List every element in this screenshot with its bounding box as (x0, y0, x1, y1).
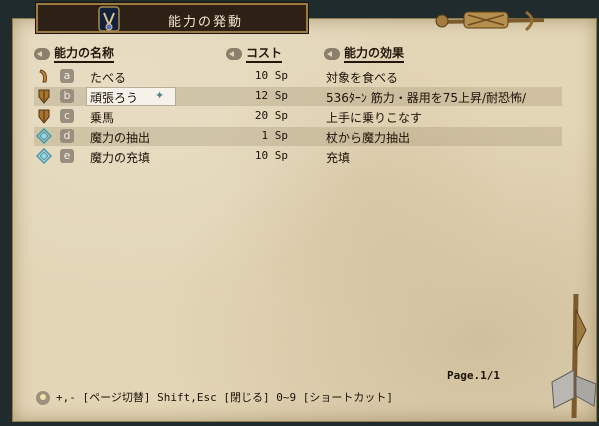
horn-icon (39, 69, 47, 83)
window-title: 能力の発動 (168, 15, 244, 30)
staff-ornament-icon (435, 10, 545, 32)
help-footer: +,- [ページ切替] Shift,Esc [閉じる] 0~9 [ショートカット… (36, 389, 393, 405)
ability-row-e[interactable]: e 魔力の充填 10 Sp 充填 (34, 147, 562, 166)
header-cost: コスト (226, 44, 283, 63)
arrow-left-icon (324, 47, 340, 60)
window-frame: 能力の発動 能力の名称 コスト 能力の効果 a たべる 10 Sp 対象を食べる (0, 0, 599, 426)
title-bar: 能力の発動 (36, 3, 308, 33)
arrow-left-icon (34, 47, 50, 60)
page-indicator: Page.1/1 (447, 369, 500, 382)
header-effect: 能力の効果 (324, 44, 405, 63)
lightbulb-icon (36, 391, 50, 405)
shield-icon (38, 89, 50, 104)
ability-row-a[interactable]: a たべる 10 Sp 対象を食べる (34, 67, 562, 86)
shield-icon (38, 109, 50, 124)
ability-row-b[interactable]: b 頑張ろう ✦ 12 Sp 536ﾀｰﾝ 筋力・器用を75上昇/耐恐怖/ (34, 87, 562, 106)
axe-ornament-icon (551, 293, 597, 419)
diamond-rune-icon (36, 128, 52, 144)
arrow-left-icon (226, 47, 242, 60)
diamond-rune-icon (36, 148, 52, 164)
cursor-gem-icon: ✦ (155, 89, 165, 102)
header-name: 能力の名称 (34, 44, 115, 63)
ability-row-c[interactable]: c 乗馬 20 Sp 上手に乗りこなす (34, 107, 562, 126)
ability-row-d[interactable]: d 魔力の抽出 1 Sp 杖から魔力抽出 (34, 127, 562, 146)
emblem-icon (98, 6, 120, 32)
